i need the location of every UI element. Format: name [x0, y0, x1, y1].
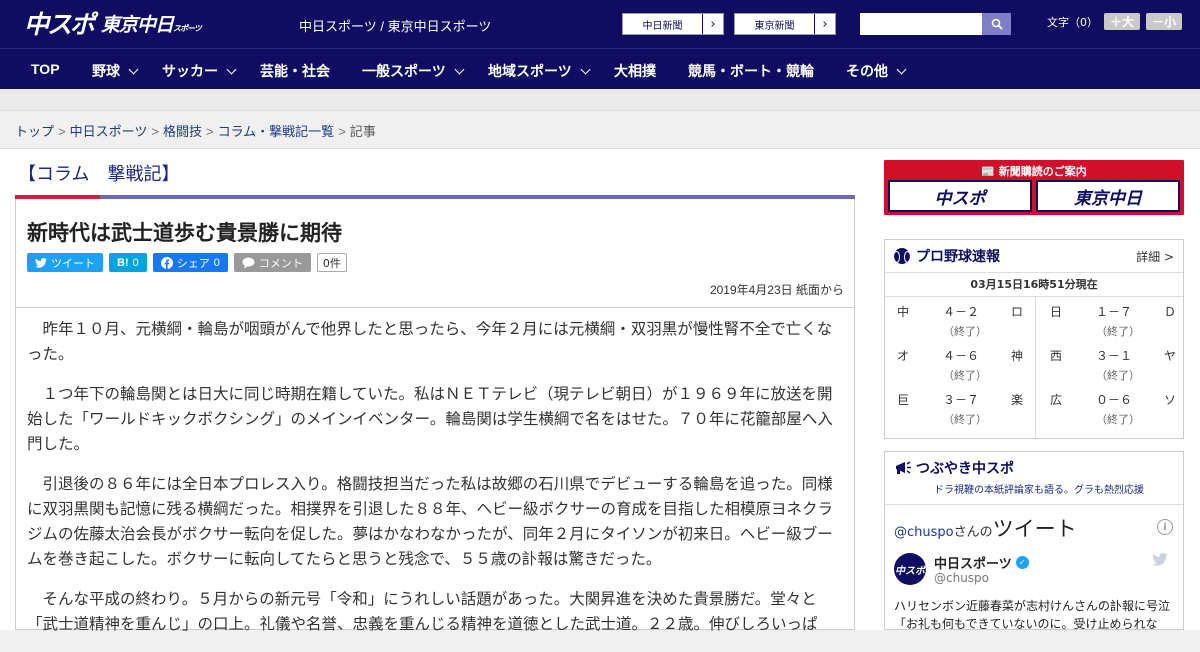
- search-form: [860, 13, 1011, 35]
- scores-header: プロ野球速報 詳細 >: [885, 240, 1183, 273]
- article-paragraph: １つ年下の輪島関とは日大に同じ時期在籍していた。私はＮＥＴテレビ（現テレビ朝日）…: [27, 385, 833, 453]
- breadcrumb-chunichi-sports[interactable]: 中日スポーツ: [70, 124, 148, 139]
- site-names: 中日スポーツ / 東京中日スポーツ: [299, 19, 492, 34]
- twitter-widget-subtitle: ドラ視鞭の本紙評論家も語る。グラも熱烈応援: [934, 485, 1144, 496]
- account-name[interactable]: 中日スポーツ ✓: [934, 553, 1029, 572]
- baseball-scores-widget: プロ野球速報 詳細 > 03月15日16時51分現在 中 ４－２ ロ（終了） 日 １－…: [884, 239, 1184, 439]
- timeline-title: @chuspo さんの ツイート i: [885, 505, 1183, 543]
- tweet-text: ハリセンボン近藤春菜が志村けんさんの訃報に号泣「お礼も何もできていないのに。受け…: [894, 599, 1171, 630]
- megaphone-icon: [896, 461, 911, 474]
- divider: [1035, 297, 1036, 437]
- chuspo-logo[interactable]: 中スポ: [24, 5, 95, 41]
- subscribe-tokyo-chunichi-button[interactable]: 東京中日: [1036, 180, 1180, 212]
- avatar[interactable]: 中スポ: [894, 553, 926, 585]
- nav-item-local-sports[interactable]: 地域スポーツ: [488, 61, 591, 81]
- verified-badge-icon: ✓: [1015, 556, 1029, 569]
- top-header: 中スポ 東京中日スポーツ 中日スポーツ / 東京中日スポーツ 中日新聞 › 東京…: [0, 0, 1200, 48]
- chunichi-shimbun-label: 中日新聞: [623, 14, 703, 34]
- game-result[interactable]: 西 ３－１ ヤ（終了）: [1038, 341, 1188, 385]
- twitter-bird-icon: [35, 257, 47, 268]
- sub-bar: [0, 89, 1200, 111]
- comment-button[interactable]: コメント: [233, 253, 311, 272]
- column-title: 【コラム 撃戦記】: [18, 164, 180, 184]
- article-dateline: 2019年4月23日 紙面から: [709, 283, 844, 297]
- main-nav: TOP 野球 サッカー 芸能・社会 一般スポーツ 地域スポーツ 大相撲 競馬・ボ…: [0, 48, 1200, 89]
- chevron-down-icon: [226, 64, 237, 74]
- article-body: 昨年１０月、元横綱・輪島が咽頭がんで他界したと思ったら、今年２月には元横綱・双羽…: [27, 317, 845, 652]
- chevron-down-icon: [896, 64, 907, 74]
- social-buttons: ツイート B! 0 シェア 0 コメント 0件: [27, 253, 347, 272]
- nav-item-entertainment[interactable]: 芸能・社会: [260, 61, 330, 81]
- scores-timestamp: 03月15日16時51分現在: [885, 273, 1183, 297]
- baseball-icon: [893, 248, 911, 264]
- nav-item-soccer[interactable]: サッカー: [162, 61, 237, 81]
- search-button[interactable]: [982, 13, 1011, 35]
- tokyo-chunichi-logo[interactable]: 東京中日スポーツ: [101, 10, 202, 37]
- twitter-widget: つぶやき中スポ ドラ視鞭の本紙評論家も語る。グラも熱烈応援 @chuspo さん…: [884, 451, 1184, 630]
- chevron-right-icon: ›: [822, 16, 828, 32]
- breadcrumb-column-list[interactable]: コラム・撃戦記一覧: [218, 124, 335, 139]
- article: 新時代は武士道歩む貴景勝に期待 ツイート B! 0 シェア 0 コメント 0件 20…: [15, 199, 855, 633]
- breadcrumb-top[interactable]: トップ: [15, 124, 54, 139]
- tweet-button[interactable]: ツイート: [27, 253, 103, 272]
- hatena-bookmark-button[interactable]: B! 0: [109, 253, 147, 272]
- search-input[interactable]: [860, 13, 982, 35]
- chevron-down-icon: [128, 64, 139, 74]
- chevron-down-icon: [580, 64, 591, 74]
- site-logo[interactable]: 中スポ 東京中日スポーツ: [24, 5, 202, 41]
- chunichi-shimbun-link[interactable]: 中日新聞 ›: [622, 13, 724, 35]
- scores-grid: 中 ４－２ ロ（終了） 日 １－７ Ｄ （終了） オ ４－６ 神（終了） 西 ３－１ ヤ（終了） …: [885, 297, 1183, 437]
- text-size-controls: 文字（0） ＋大 －小: [1047, 13, 1183, 30]
- nav-item-top[interactable]: TOP: [31, 61, 60, 77]
- tokyo-shimbun-link[interactable]: 東京新聞 ›: [734, 13, 836, 35]
- divider: [16, 307, 854, 308]
- text-size-label: 文字（0）: [1047, 15, 1098, 29]
- game-result[interactable]: オ ４－６ 神（終了）: [885, 341, 1035, 385]
- account-handle[interactable]: @chuspo: [934, 571, 989, 585]
- subscription-banner[interactable]: 📰 新聞購読のご案内 中スポ 東京中日: [884, 160, 1184, 215]
- timeline-handle-link[interactable]: @chuspo: [894, 525, 954, 540]
- chevron-down-icon: [454, 64, 465, 74]
- nav-item-racing[interactable]: 競馬・ボート・競輪: [688, 61, 814, 81]
- game-result[interactable]: 中 ４－２ ロ（終了）: [885, 297, 1035, 341]
- text-bigger-button[interactable]: ＋大: [1104, 13, 1141, 30]
- breadcrumb: トップ > 中日スポーツ > 格闘技 > コラム・撃戦記一覧 > 記事: [15, 124, 376, 139]
- facebook-share-button[interactable]: シェア 0: [152, 253, 228, 272]
- article-paragraph: 昨年１０月、元横綱・輪島が咽頭がんで他界したと思ったら、今年２月には元横綱・双羽…: [27, 320, 833, 363]
- breadcrumb-fighting[interactable]: 格闘技: [163, 124, 202, 139]
- search-icon: [991, 18, 1003, 30]
- nav-item-sumo[interactable]: 大相撲: [614, 61, 656, 81]
- twitter-widget-title: つぶやき中スポ: [894, 458, 1174, 478]
- tokyo-shimbun-label: 東京新聞: [735, 14, 815, 34]
- nav-item-baseball[interactable]: 野球: [92, 61, 139, 81]
- text-smaller-button[interactable]: －小: [1146, 13, 1183, 30]
- game-result[interactable]: 広 ０－６ ソ（終了）: [1038, 385, 1188, 429]
- twitter-widget-header: つぶやき中スポ ドラ視鞭の本紙評論家も語る。グラも熱烈応援: [885, 452, 1183, 496]
- scores-detail-link[interactable]: 詳細 >: [1136, 248, 1174, 265]
- nav-item-general-sports[interactable]: 一般スポーツ: [362, 61, 465, 81]
- subscription-caption: 📰 新聞購読のご案内: [981, 165, 1087, 178]
- breadcrumb-current: 記事: [349, 124, 376, 139]
- twitter-bird-icon[interactable]: [1152, 553, 1168, 570]
- article-headline: 新時代は武士道歩む貴景勝に期待: [27, 222, 342, 245]
- nav-item-other[interactable]: その他: [846, 61, 907, 81]
- scores-title: プロ野球速報: [916, 249, 1000, 265]
- game-result[interactable]: 巨 ３－７ 楽（終了）: [885, 385, 1035, 429]
- info-icon[interactable]: i: [1157, 519, 1173, 535]
- subscribe-chuspo-button[interactable]: 中スポ: [888, 180, 1032, 212]
- chevron-right-icon: ›: [710, 16, 716, 32]
- game-result[interactable]: 日 １－７ Ｄ （終了）: [1038, 297, 1188, 341]
- article-paragraph: 引退後の８６年には全日本プロレス入り。格闘技担当だった私は故郷の石川県でデビュー…: [27, 475, 834, 568]
- facebook-icon: [160, 256, 173, 269]
- speech-bubble-icon: [242, 257, 255, 268]
- comment-count: 0件: [316, 253, 347, 272]
